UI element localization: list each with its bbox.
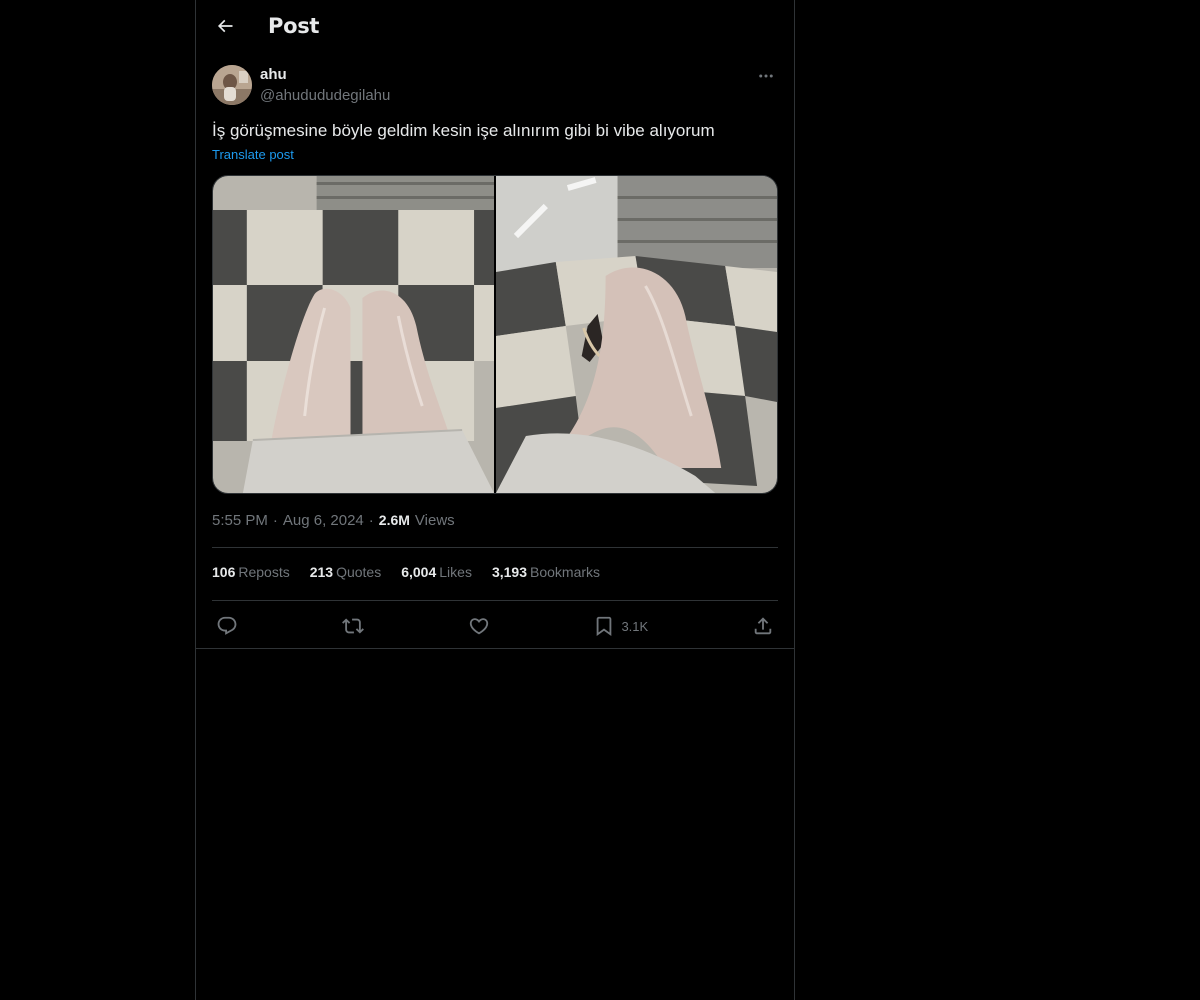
share-icon <box>754 617 772 635</box>
post-image-2[interactable] <box>496 176 777 493</box>
divider <box>212 600 778 601</box>
repost-icon <box>341 618 364 634</box>
post-timestamp: 5:55 PM · Aug 6, 2024 · 2.6M Views <box>212 512 455 529</box>
back-button[interactable] <box>208 9 242 43</box>
like-icon <box>469 618 488 635</box>
likes-label: Likes <box>439 564 472 580</box>
post-date[interactable]: Aug 6, 2024 <box>283 512 364 529</box>
divider <box>212 547 778 548</box>
post-stats: 106 Reposts 213 Quotes 6,004 Likes 3,193 Boo… <box>212 564 600 586</box>
translate-post-link[interactable]: Translate post <box>212 147 294 162</box>
share-button[interactable] <box>748 613 778 639</box>
bookmarks-count: 3,193 <box>491 564 527 580</box>
bookmarks-stat[interactable]: 3,193 Bookmarks <box>492 564 600 586</box>
meta-separator: · <box>368 512 374 529</box>
reply-button[interactable] <box>212 613 242 639</box>
page-title: Post <box>268 14 320 38</box>
views-label: Views <box>414 512 455 529</box>
views-count: 2.6M <box>378 512 410 528</box>
reposts-count: 106 <box>212 564 236 580</box>
likes-count: 6,004 <box>401 564 437 580</box>
post-column: Post ahu @ahudududegilahu İş görüşmesine… <box>195 0 795 1000</box>
bookmarks-label: Bookmarks <box>530 564 601 580</box>
reply-icon <box>217 616 237 635</box>
bookmark-icon <box>597 616 612 637</box>
like-button[interactable] <box>464 613 494 639</box>
divider <box>196 648 794 649</box>
post-actions: 3.1K <box>212 612 778 640</box>
user-handle[interactable]: @ahudududegilahu <box>260 87 390 104</box>
top-bar: Post <box>196 0 794 54</box>
more-icon <box>759 74 773 78</box>
post-author: ahu @ahudududegilahu <box>212 64 778 108</box>
reposts-stat[interactable]: 106 Reposts <box>212 564 290 586</box>
meta-separator: · <box>272 512 278 529</box>
more-button[interactable] <box>754 64 778 88</box>
post-text: İş görüşmesine böyle geldim kesin işe al… <box>212 121 715 140</box>
display-name[interactable]: ahu <box>260 66 287 83</box>
post-time[interactable]: 5:55 PM <box>212 512 268 529</box>
bookmark-count: 3.1K <box>621 618 649 634</box>
post-image-1[interactable] <box>213 176 494 493</box>
reposts-label: Reposts <box>238 564 290 580</box>
likes-stat[interactable]: 6,004 Likes <box>401 564 472 586</box>
quotes-label: Quotes <box>336 564 382 580</box>
post-media <box>212 175 778 494</box>
repost-button[interactable] <box>338 613 368 639</box>
bookmark-button[interactable]: 3.1K <box>589 613 652 639</box>
quotes-count: 213 <box>309 564 334 580</box>
back-arrow-icon <box>217 19 233 33</box>
quotes-stat[interactable]: 213 Quotes <box>310 564 382 586</box>
avatar[interactable] <box>212 65 252 105</box>
